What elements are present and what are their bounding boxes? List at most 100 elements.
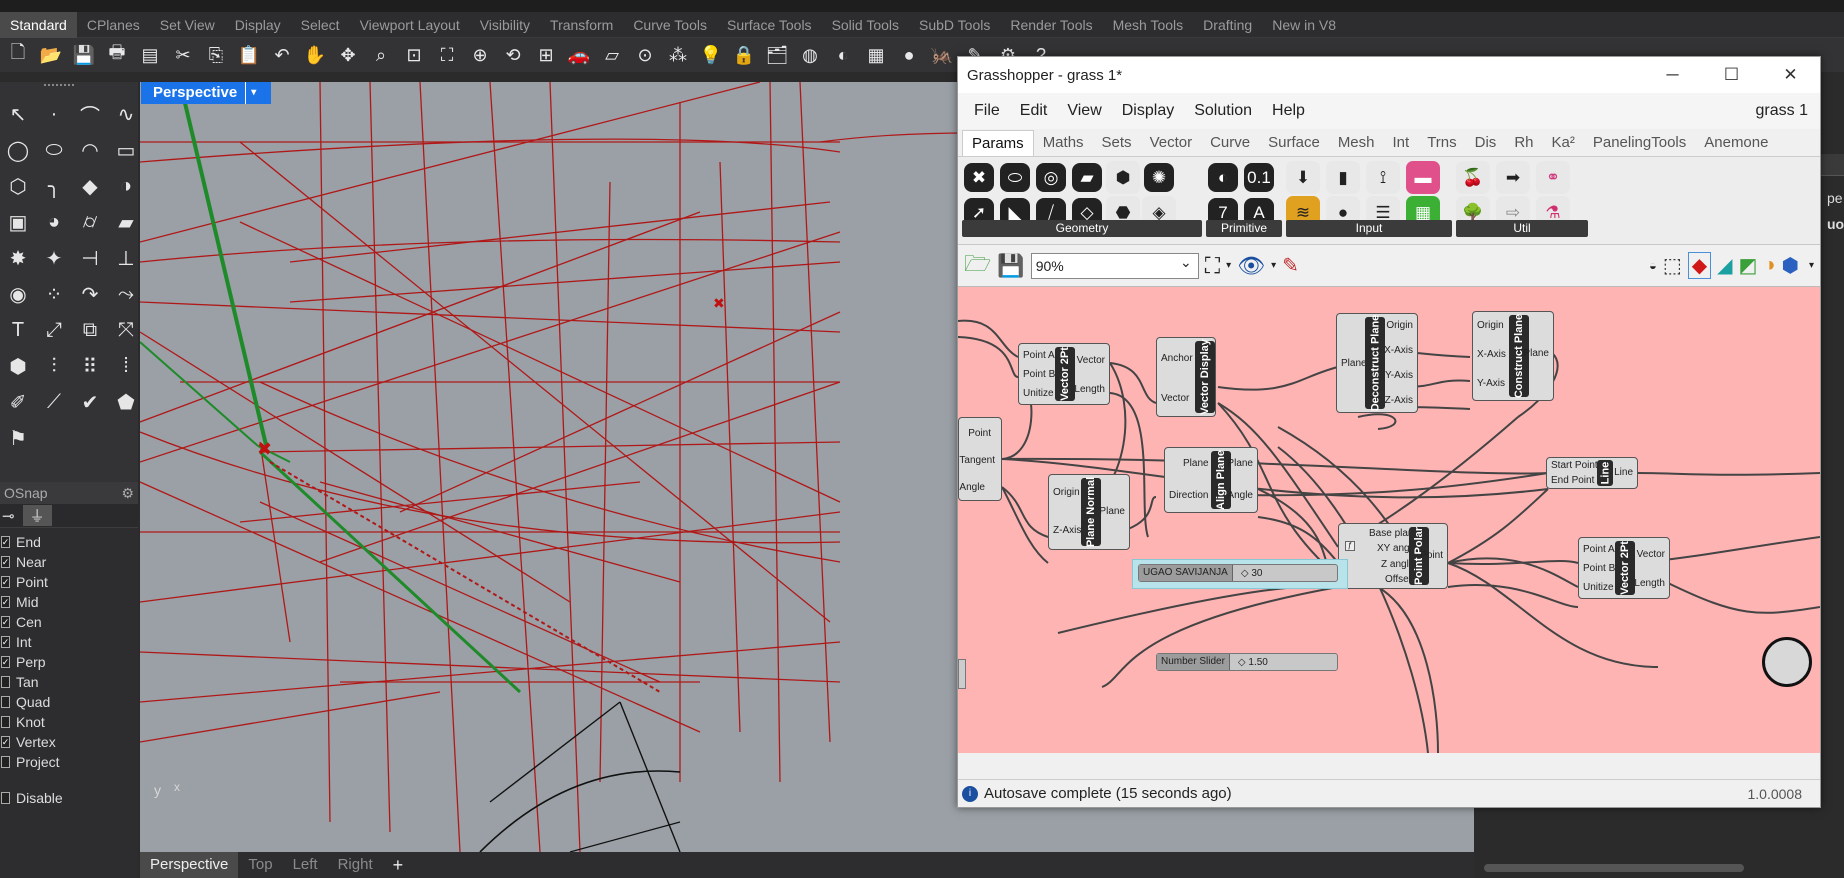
selected-preview-icon[interactable]: ◆ bbox=[1687, 252, 1712, 279]
circle-icon[interactable]: ◯ bbox=[0, 132, 36, 168]
offset-icon[interactable]: ↷ bbox=[72, 276, 108, 312]
save-file-icon[interactable]: 💾 bbox=[997, 253, 1024, 279]
grasshopper-icon[interactable]: 🦗 bbox=[928, 41, 956, 69]
block-icon[interactable]: ⧉ bbox=[72, 312, 108, 348]
new-file-icon[interactable]: 🗋 bbox=[4, 41, 32, 69]
properties-icon[interactable]: ▤ bbox=[136, 41, 164, 69]
graph-mapper-icon[interactable]: ⟟ bbox=[1366, 161, 1400, 194]
gh-menu-help[interactable]: Help bbox=[1262, 102, 1315, 120]
line-component[interactable]: Start Point End Point Line Line bbox=[1546, 457, 1638, 489]
viewport-tab-perspective[interactable]: Perspective bbox=[140, 852, 239, 878]
output-y-axis[interactable]: Y-Axis bbox=[1385, 370, 1413, 381]
horizontal-scrollbar[interactable] bbox=[1484, 864, 1744, 872]
output-x-axis[interactable]: X-Axis bbox=[1384, 345, 1413, 356]
rhino-tab-viewport-layout[interactable]: Viewport Layout bbox=[350, 12, 470, 38]
sketch-pen-icon[interactable]: ✎ bbox=[1282, 253, 1299, 278]
osnap-checkbox[interactable]: ✓ bbox=[1, 616, 10, 628]
viewport-layout-icon[interactable]: ⊞ bbox=[532, 41, 560, 69]
number-slider[interactable]: Number Slider ◇ 1.50 bbox=[1156, 653, 1338, 671]
circle-param-icon[interactable]: ⬭ bbox=[1000, 163, 1030, 192]
input-anchor[interactable]: Anchor bbox=[1161, 353, 1193, 364]
zoom-level-select[interactable]: 90% bbox=[1030, 250, 1199, 279]
osnap-item-end[interactable]: ✓ End bbox=[0, 532, 138, 552]
open-folder-icon[interactable]: 📂 bbox=[37, 41, 65, 69]
shell-icon[interactable]: ◉ bbox=[0, 276, 36, 312]
osnap-checkbox[interactable]: ✓ bbox=[1, 556, 10, 568]
rhino-tab-mesh-tools[interactable]: Mesh Tools bbox=[1103, 12, 1194, 38]
light-bulb-icon[interactable]: 💡 bbox=[697, 41, 725, 69]
viewport-tab-right[interactable]: Right bbox=[328, 852, 383, 878]
cylinder-icon[interactable]: ⌭ bbox=[72, 204, 108, 240]
rhino-tab-render-tools[interactable]: Render Tools bbox=[1000, 12, 1102, 38]
gh-tab-mesh[interactable]: Mesh bbox=[1329, 130, 1384, 156]
plane-normal-component[interactable]: Origin Z-Axis Plane Normal Plane bbox=[1048, 474, 1130, 550]
rhino-tab-display[interactable]: Display bbox=[225, 12, 291, 38]
surface-param-icon[interactable]: ▰ bbox=[1072, 163, 1102, 192]
gh-tab-surface[interactable]: Surface bbox=[1259, 130, 1329, 156]
gh-tab-sets[interactable]: Sets bbox=[1093, 130, 1141, 156]
rhino-tab-new-in-v8[interactable]: New in V8 bbox=[1262, 12, 1346, 38]
gh-titlebar[interactable]: Grasshopper - grass 1* ─ ☐ ✕ bbox=[958, 57, 1820, 93]
osnap-item-vertex[interactable]: ✓ Vertex bbox=[0, 732, 138, 752]
close-icon[interactable]: ✕ bbox=[1761, 57, 1820, 93]
input-end-point[interactable]: End Point bbox=[1551, 475, 1594, 486]
output-line[interactable]: Line bbox=[1614, 467, 1633, 478]
grasshopper-sphere-icon[interactable]: ● bbox=[895, 41, 923, 69]
sphere-icon[interactable]: ◕ bbox=[36, 204, 72, 240]
lock-icon[interactable]: 🔒 bbox=[730, 41, 758, 69]
open-file-icon[interactable]: 🗁 bbox=[964, 247, 991, 285]
geometry-param-icon[interactable]: ✖ bbox=[964, 163, 994, 192]
input-point-a[interactable]: Point A bbox=[1583, 544, 1615, 555]
select-arrow-icon[interactable]: ↖ bbox=[0, 96, 36, 132]
canvas-navigation-wheel[interactable] bbox=[1762, 637, 1812, 687]
gh-menu-solution[interactable]: Solution bbox=[1184, 102, 1262, 120]
extend-icon[interactable]: ⤳ bbox=[108, 276, 144, 312]
polyline-icon[interactable]: ⌒ bbox=[72, 96, 108, 132]
input-direction[interactable]: Direction bbox=[1169, 490, 1208, 501]
bulb-tool-icon[interactable]: ⚑ bbox=[0, 420, 36, 456]
osnap-checkbox[interactable]: ✓ bbox=[1, 736, 10, 748]
viewport-dropdown-icon[interactable]: ▾ bbox=[245, 82, 261, 104]
rhino-tab-visibility[interactable]: Visibility bbox=[470, 12, 540, 38]
mesh-box-icon[interactable]: ⬢ bbox=[0, 348, 36, 384]
output-origin[interactable]: Origin bbox=[1386, 320, 1413, 331]
zoom-window-icon[interactable]: ⊡ bbox=[400, 41, 428, 69]
relay-arrow-icon[interactable]: ➡ bbox=[1496, 161, 1530, 194]
input-plane[interactable]: Plane bbox=[1183, 458, 1209, 469]
gh-tab-curve[interactable]: Curve bbox=[1201, 130, 1259, 156]
osnap-gear-icon[interactable]: ⚙ bbox=[121, 485, 134, 502]
box-icon[interactable]: ▣ bbox=[0, 204, 36, 240]
slider-knob-value[interactable]: ◇ 1.50 bbox=[1230, 657, 1268, 668]
trim-icon[interactable]: ⊣ bbox=[72, 240, 108, 276]
osnap-item-knot[interactable]: Knot bbox=[0, 712, 138, 732]
text-icon[interactable]: T bbox=[0, 312, 36, 348]
input-z-axis[interactable]: Z-Axis bbox=[1053, 525, 1081, 536]
expression-icon[interactable]: ƒ bbox=[1345, 541, 1355, 551]
plane-grid-icon[interactable]: ▱ bbox=[598, 41, 626, 69]
output-point[interactable]: Point bbox=[968, 428, 991, 439]
osnap-target-icon[interactable]: ⊸ bbox=[2, 507, 15, 525]
osnap-disable[interactable]: Disable bbox=[0, 788, 138, 808]
osnap-item-point[interactable]: ✓ Point bbox=[0, 572, 138, 592]
import-icon[interactable]: ⬇ bbox=[1286, 161, 1320, 194]
save-icon[interactable]: 💾 bbox=[70, 41, 98, 69]
output-length[interactable]: Length bbox=[1634, 578, 1665, 589]
deconstruct-plane-component[interactable]: Plane Deconstruct Plane Origin X-Axis Y-… bbox=[1336, 313, 1418, 413]
osnap-checkbox[interactable] bbox=[1, 716, 10, 728]
render-object-icon[interactable]: ⬟ bbox=[108, 384, 144, 420]
grid-array-icon[interactable]: ⠿ bbox=[72, 348, 108, 384]
construct-plane-component[interactable]: Origin X-Axis Y-Axis Construct Plane Pla… bbox=[1472, 311, 1554, 401]
boolean-param-icon[interactable]: ◐ bbox=[1208, 163, 1238, 192]
vector-display-component[interactable]: Anchor Vector Vector Display bbox=[1156, 337, 1216, 417]
vector-2pt-component-b[interactable]: Point A Point B Unitize Vector 2Pt Vecto… bbox=[1578, 537, 1670, 599]
osnap-item-perp[interactable]: ✓ Perp bbox=[0, 652, 138, 672]
output-plane[interactable]: Plane bbox=[1523, 348, 1549, 359]
boolean-icon[interactable]: ✦ bbox=[36, 240, 72, 276]
point-icon[interactable]: · bbox=[36, 96, 72, 132]
gradient-icon[interactable]: ▬ bbox=[1406, 161, 1440, 194]
point-edit-icon[interactable]: ⁂ bbox=[664, 41, 692, 69]
rhino-tab-transform[interactable]: Transform bbox=[540, 12, 623, 38]
zoom-dropdown-icon[interactable]: ▾ bbox=[1226, 260, 1231, 271]
output-angle[interactable]: Angle bbox=[959, 482, 985, 493]
input-point-b[interactable]: Point B bbox=[1023, 369, 1055, 380]
